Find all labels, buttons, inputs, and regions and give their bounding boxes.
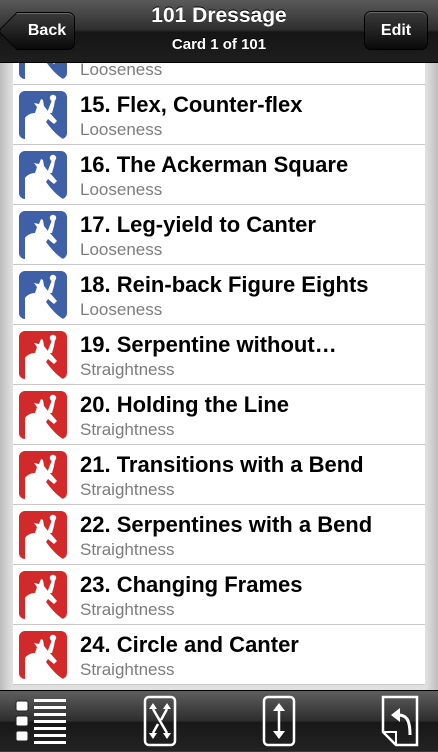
list-item[interactable]: 20. Holding the Line Straightness	[13, 385, 425, 445]
item-category: Looseness	[80, 63, 163, 79]
list-view-icon[interactable]	[14, 695, 68, 747]
card-flip-icon[interactable]	[380, 695, 420, 747]
horse-rider-icon	[19, 211, 67, 259]
shuffle-icon[interactable]	[143, 695, 177, 747]
horse-rider-icon	[19, 63, 67, 79]
item-title: 20. Holding the Line	[80, 392, 290, 417]
card-list: Looseness 15. Flex, Counter-flex Looseness…	[13, 63, 425, 685]
item-category: Straightness	[80, 480, 175, 499]
item-category: Straightness	[80, 420, 175, 439]
item-title: 18. Rein-back Figure Eights	[80, 272, 369, 297]
horse-rider-icon	[19, 631, 67, 679]
item-category: Looseness	[80, 240, 163, 259]
item-title: 15. Flex, Counter-flex	[80, 92, 303, 117]
item-category: Straightness	[80, 540, 175, 559]
horse-rider-icon	[19, 511, 67, 559]
list-item[interactable]: 15. Flex, Counter-flex Looseness	[13, 85, 425, 145]
list-item[interactable]: 21. Transitions with a Bend Straightness	[13, 445, 425, 505]
item-title: 17. Leg-yield to Canter	[80, 212, 316, 237]
item-category: Straightness	[80, 360, 175, 379]
item-category: Straightness	[80, 660, 175, 679]
list-item[interactable]: Looseness	[13, 63, 425, 85]
list-item[interactable]: 24. Circle and Canter Straightness	[13, 625, 425, 685]
item-title: 22. Serpentines with a Bend	[80, 512, 373, 537]
item-title: 21. Transitions with a Bend	[80, 452, 364, 477]
list-item[interactable]: 17. Leg-yield to Canter Looseness	[13, 205, 425, 265]
horse-rider-icon	[19, 391, 67, 439]
horse-rider-icon	[19, 151, 67, 199]
edit-button[interactable]: Edit	[364, 11, 428, 50]
list-item[interactable]: 18. Rein-back Figure Eights Looseness	[13, 265, 425, 325]
item-title: 16. The Ackerman Square	[80, 152, 349, 177]
item-category: Looseness	[80, 120, 163, 139]
list-item[interactable]: 23. Changing Frames Straightness	[13, 565, 425, 625]
bottom-toolbar	[0, 690, 438, 751]
sort-icon[interactable]	[262, 695, 296, 747]
horse-rider-icon	[19, 571, 67, 619]
list-item[interactable]: 22. Serpentines with a Bend Straightness	[13, 505, 425, 565]
horse-rider-icon	[19, 331, 67, 379]
horse-rider-icon	[19, 451, 67, 499]
item-category: Looseness	[80, 300, 163, 319]
item-category: Looseness	[80, 180, 163, 199]
navigation-bar: Back 101 Dressage Card 1 of 101 Edit	[0, 0, 438, 63]
list-item[interactable]: 16. The Ackerman Square Looseness	[13, 145, 425, 205]
item-title: 19. Serpentine without…	[80, 332, 337, 357]
card-list-frame[interactable]: Looseness 15. Flex, Counter-flex Looseness…	[0, 63, 438, 690]
horse-rider-icon	[19, 91, 67, 139]
list-item[interactable]: 19. Serpentine without… Straightness	[13, 325, 425, 385]
item-title: 23. Changing Frames	[80, 572, 303, 597]
item-title: 24. Circle and Canter	[80, 632, 299, 657]
horse-rider-icon	[19, 271, 67, 319]
item-category: Straightness	[80, 600, 175, 619]
